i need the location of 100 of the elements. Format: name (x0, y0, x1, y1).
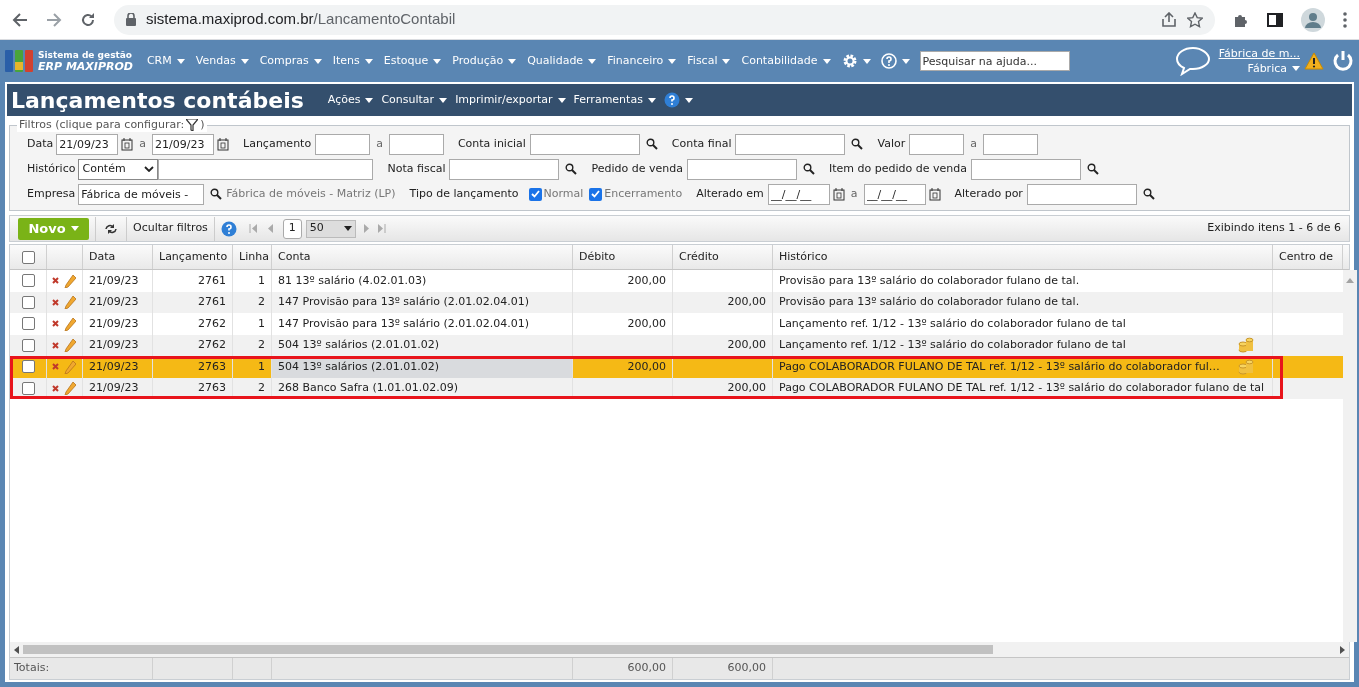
date-field[interactable]: 21/09/23 (152, 133, 214, 155)
menu-item[interactable]: Itens (328, 52, 377, 70)
text-field[interactable] (315, 133, 371, 155)
star-icon[interactable] (1187, 11, 1203, 28)
lookup-field[interactable] (735, 133, 846, 155)
delete-icon[interactable] (52, 320, 59, 328)
column-header[interactable]: Data (83, 245, 153, 269)
vertical-scrollbar[interactable] (1343, 270, 1357, 642)
menu-item[interactable]: Produção (448, 52, 521, 70)
search-icon[interactable] (645, 138, 658, 150)
delete-icon[interactable] (52, 363, 59, 371)
company-link[interactable]: Fábrica de m... (1218, 46, 1300, 61)
menu-item[interactable]: Fiscal (683, 52, 735, 70)
text-field[interactable] (158, 158, 374, 180)
caret-icon (1292, 66, 1300, 71)
selected-row[interactable]: 21/09/23 2763 1 504 13º salários (2.01.01.02) 200,00 Pago COLABORADOR FULANO DE TAL ref. 1/12 - 13º salário do colaborador ful… (10, 356, 1343, 378)
page-size-select[interactable]: 50 (305, 219, 356, 238)
search-icon[interactable] (851, 138, 864, 150)
search-icon[interactable] (565, 163, 578, 175)
avatar-icon[interactable] (1301, 7, 1325, 32)
delete-icon[interactable] (52, 277, 59, 285)
coins-icon[interactable] (1238, 337, 1254, 354)
lookup-field[interactable]: Fábrica de móveis - (78, 183, 205, 205)
select-field[interactable]: Contém (78, 158, 159, 180)
search-icon[interactable] (210, 188, 223, 200)
menu-item[interactable]: Contabilidade (737, 52, 835, 70)
table-row[interactable]: 21/09/23 2763 2 268 Banco Safra (1.01.01.02.09) 200,00 Pago COLABORADOR FULANO DE TAL ref. 1/12 - 13º salário do colaborador fulano de tal (10, 377, 1343, 399)
date-field[interactable]: 21/09/23 (56, 133, 119, 155)
settings-icon[interactable] (841, 53, 858, 69)
refresh-icon[interactable] (104, 222, 118, 235)
checkbox[interactable] (21, 360, 35, 374)
page-menu-item[interactable]: Ações (327, 91, 374, 109)
warning-icon[interactable] (1304, 52, 1324, 70)
sidebar-icon[interactable] (1267, 11, 1283, 28)
scroll-left-icon[interactable] (14, 645, 19, 654)
delete-icon[interactable] (52, 298, 59, 306)
power-icon[interactable] (1332, 50, 1354, 72)
pencil-icon[interactable] (64, 338, 76, 353)
lookup-field[interactable] (449, 158, 560, 180)
filter-icon[interactable] (186, 119, 199, 131)
checkbox[interactable] (21, 338, 35, 352)
checkbox[interactable] (21, 381, 35, 395)
help-icon[interactable] (663, 92, 680, 108)
table-row[interactable]: 21/09/23 2761 2 147 Provisão para 13º salário (2.01.02.04.01) 200,00 Provisão para 13º salário do colaborador fulano de tal. (10, 291, 1343, 313)
help-search-field[interactable]: Pesquisar na ajuda... (919, 51, 1070, 71)
hide-filters-button[interactable]: Ocultar filtros (133, 220, 208, 237)
calendar-icon[interactable] (217, 137, 229, 151)
text-field[interactable] (909, 133, 965, 155)
logo-icon[interactable] (5, 48, 33, 74)
page-menu-item[interactable]: Ferramentas (573, 91, 656, 109)
page-menu-item[interactable]: Imprimir/exportar (455, 91, 566, 109)
reload-icon[interactable] (80, 11, 96, 28)
delete-icon[interactable] (52, 341, 59, 349)
calendar-icon[interactable] (121, 137, 134, 151)
address-bar[interactable]: sistema.maxiprod.com.br/LancamentoContabil (114, 4, 1215, 35)
calendar-icon[interactable] (928, 187, 941, 201)
table-row[interactable]: 21/09/23 2762 2 504 13º salários (2.01.01.02) 200,00 Lançamento ref. 1/12 - 13º salário do colaborador fulano de tal (10, 334, 1343, 356)
checkbox[interactable] (21, 295, 35, 309)
column-header[interactable]: Centro de (1273, 245, 1343, 269)
checkbox[interactable] (21, 274, 35, 288)
menu-item[interactable]: CRM (142, 52, 189, 70)
pencil-icon[interactable] (64, 295, 76, 310)
menu-item[interactable]: Vendas (191, 52, 253, 70)
search-icon[interactable] (1142, 188, 1155, 200)
field-label: Conta final (671, 135, 732, 152)
help-icon[interactable] (880, 53, 897, 69)
table-cell-text: Pago COLABORADOR FULANO DE TAL ref. 1/12 - 13º salário do colaborador fulano de tal (779, 380, 1265, 396)
menu-item[interactable]: Estoque (379, 52, 446, 70)
filter-legend[interactable]: Filtros (clique para configurar: (19, 118, 185, 132)
delete-icon[interactable] (52, 384, 59, 392)
pencil-icon[interactable] (64, 273, 76, 288)
column-header[interactable]: Lançamento (153, 245, 233, 269)
checkbox[interactable] (21, 250, 35, 264)
search-icon[interactable] (802, 163, 815, 175)
menu-item[interactable]: Compras (255, 52, 326, 70)
horizontal-scrollbar[interactable] (10, 642, 1349, 657)
column-header[interactable]: Crédito (673, 245, 773, 269)
column-header[interactable]: Conta (272, 245, 573, 269)
company-menu[interactable]: Fábrica (1247, 61, 1300, 76)
column-header[interactable]: Linha (233, 245, 272, 269)
page-number-field[interactable]: 1 (282, 218, 302, 239)
page-menu-item[interactable]: Consultar (381, 91, 448, 109)
chat-icon[interactable] (1174, 46, 1211, 76)
column-header[interactable]: Histórico (773, 245, 1273, 269)
share-icon[interactable] (1161, 11, 1177, 28)
scroll-right-icon[interactable] (1340, 645, 1345, 654)
table-cell-text: 268 Banco Safra (1.01.01.02.09) (278, 380, 458, 396)
search-icon[interactable] (1086, 163, 1099, 175)
menu-icon[interactable] (1343, 11, 1347, 28)
pencil-icon[interactable] (64, 316, 76, 331)
menu-item[interactable]: Financeiro (603, 52, 681, 70)
forward-icon[interactable] (46, 11, 62, 28)
help-icon[interactable] (220, 220, 237, 237)
coins-icon[interactable] (1238, 358, 1254, 375)
menu-item[interactable]: Qualidade (523, 52, 601, 70)
calendar-icon[interactable] (832, 187, 845, 201)
checkbox[interactable] (21, 317, 35, 331)
column-header[interactable]: Débito (573, 245, 673, 269)
back-icon[interactable] (12, 11, 28, 28)
pencil-icon[interactable] (64, 381, 76, 396)
